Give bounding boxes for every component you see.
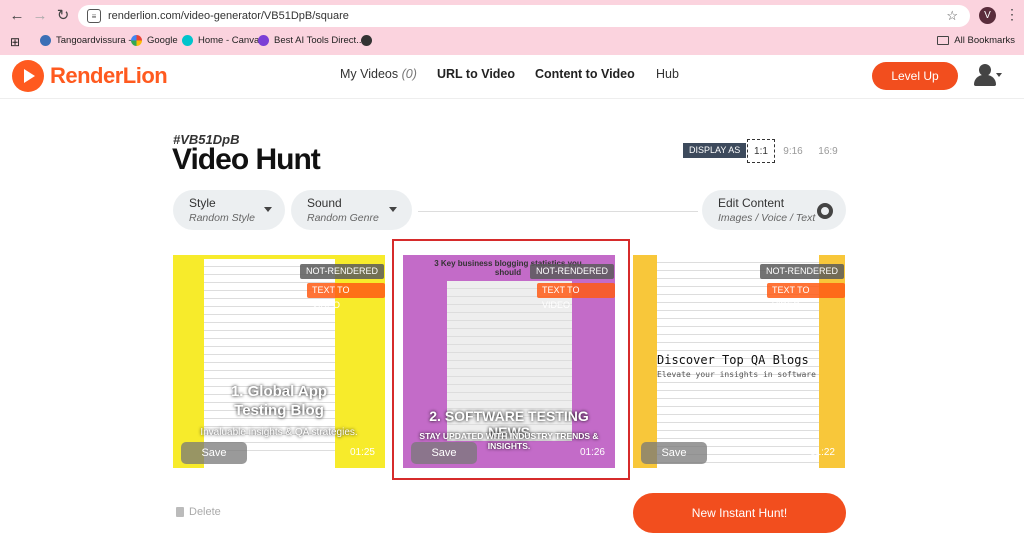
ratio-1-1[interactable]: 1:1 [747,139,775,163]
user-menu-icon[interactable] [972,64,1002,88]
google-icon [131,35,142,46]
bookmark-item[interactable] [361,35,372,46]
ratio-16-9[interactable]: 16:9 [814,139,842,163]
chevron-down-icon [389,207,397,212]
forward-icon[interactable]: → [31,7,49,25]
brand-name: RenderLion [50,63,168,88]
apps-grid-icon[interactable]: ⊞ [10,35,20,49]
browser-chrome: ← → ↻ ≡ renderlion.com/video-generator/V… [0,0,1024,55]
reload-icon[interactable]: ↻ [54,7,72,25]
delete-button[interactable]: Delete [176,506,221,518]
video-card[interactable]: NOT-RENDERED TEXT TO VIDEO Discover Top … [633,255,845,468]
trash-icon [176,507,184,517]
page-title: Video Hunt [172,143,321,176]
new-instant-hunt-button[interactable]: New Instant Hunt! [633,493,846,533]
bookmark-item[interactable]: Google [131,35,178,46]
bookmark-star-icon[interactable]: ☆ [946,8,958,24]
overlay-title: 1. Global App [230,383,328,400]
overlay-subtitle: Elevate your insights in software [657,370,816,379]
app-header: RenderLion My Videos (0) URL to Video Co… [0,55,1024,99]
wordpress-icon [40,35,51,46]
duration: 01:25 [349,447,375,458]
site-info-icon[interactable]: ≡ [87,9,101,23]
play-logo-icon [12,60,44,92]
bookmarks-bar: ⊞ Tangoardvissura - Google Home - Canva … [0,31,1024,53]
bookmark-item[interactable]: Best AI Tools Direct... [258,35,364,46]
video-card[interactable]: NOT-RENDERED TEXT TO VIDEO 1. Global App… [173,255,385,468]
menu-icon[interactable]: ⋮ [1005,6,1019,23]
overlay-title: Discover Top QA Blogs [657,353,809,367]
back-icon[interactable]: ← [8,7,26,25]
save-button[interactable]: Save [181,442,247,464]
all-bookmarks[interactable]: All Bookmarks [937,35,1015,46]
nav-my-videos[interactable]: My Videos (0) [340,67,417,81]
ai-tools-icon [258,35,269,46]
duration: 01:22 [809,447,835,458]
address-bar[interactable]: ≡ renderlion.com/video-generator/VB51DpB… [78,5,970,27]
status-badge: NOT-RENDERED [300,264,385,279]
status-badge: NOT-RENDERED [760,264,845,279]
style-dropdown[interactable]: Style Random Style [173,190,285,230]
edit-content-button[interactable]: Edit Content Images / Voice / Text [702,190,846,230]
globe-icon [361,35,372,46]
folder-icon [937,36,950,45]
display-as-label: DISPLAY AS [683,143,747,158]
canva-icon [182,35,193,46]
gear-icon [817,203,833,219]
save-button[interactable]: Save [641,442,707,464]
nav-content-to-video[interactable]: Content to Video [535,67,635,81]
level-up-button[interactable]: Level Up [872,62,958,90]
overlay-subtitle: Testing Blog [234,402,324,419]
chevron-down-icon [264,207,272,212]
bookmark-item[interactable]: Tangoardvissura - [40,35,132,46]
text-to-video-button[interactable]: TEXT TO VIDEO [767,283,845,310]
ratio-9-16[interactable]: 9:16 [779,139,807,163]
selected-card-outline [392,239,630,480]
nav-url-to-video[interactable]: URL to Video [437,67,515,81]
divider [418,211,698,212]
text-to-video-button[interactable]: TEXT TO VIDEO [307,283,385,310]
sound-dropdown[interactable]: Sound Random Genre [291,190,412,230]
url-text: renderlion.com/video-generator/VB51DpB/s… [108,10,349,22]
nav-hub[interactable]: Hub [656,67,679,81]
overlay-caption: Invaluable insights & QA strategies. [200,427,358,438]
bookmark-item[interactable]: Home - Canva [182,35,259,46]
profile-avatar[interactable]: V [979,7,996,24]
logo[interactable]: RenderLion [12,60,168,92]
